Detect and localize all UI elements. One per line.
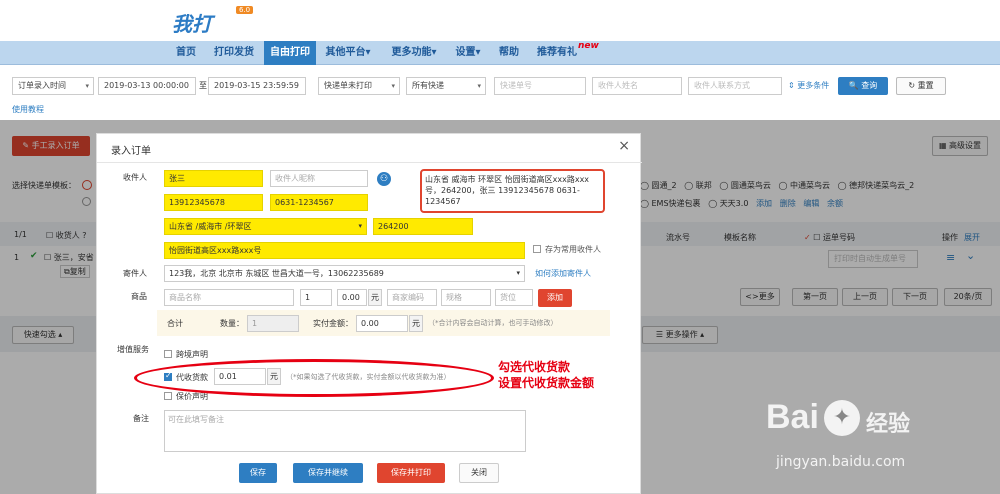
add-goods-button[interactable]: 添加 <box>538 289 572 307</box>
more-conditions-link[interactable]: ⇕ 更多条件 <box>788 80 829 91</box>
express-select[interactable]: 所有快递 ▾ <box>406 77 486 95</box>
refresh-icon: ↻ <box>908 81 916 90</box>
goods-name-field[interactable]: 商品名称 <box>164 289 294 306</box>
paid-unit: 元 <box>409 315 423 332</box>
total-label: 合计 <box>167 319 183 328</box>
sender-select[interactable]: 123我，北京 北京市 东城区 世昌大道一号，13062235689 ▾ <box>164 265 525 282</box>
zip-field[interactable]: 264200 <box>373 218 473 235</box>
nav-home[interactable]: 首页 <box>168 41 204 65</box>
total-qty-label: 数量： <box>220 319 244 328</box>
tracking-input[interactable]: 快递单号 <box>494 77 586 95</box>
nav-other-platform[interactable]: 其他平台▾ <box>320 41 376 65</box>
receiver-name-input[interactable]: 收件人姓名 <box>592 77 682 95</box>
region-select[interactable]: 山东省 /威海市 /环翠区 ▾ <box>164 218 367 235</box>
annotation-ellipse <box>134 359 494 397</box>
receiver-tel-field[interactable]: 0631-1234567 <box>270 194 368 211</box>
nav-settings[interactable]: 设置▾ <box>450 41 486 65</box>
version-badge: 6.0 <box>236 6 254 14</box>
brand-bar <box>0 0 1000 40</box>
search-button[interactable]: 🔍 查询 <box>838 77 888 95</box>
save-common-checkbox[interactable] <box>533 245 541 253</box>
spec-field[interactable]: 规格 <box>441 289 491 306</box>
search-icon: 🔍 <box>848 81 859 90</box>
receiver-phone-field[interactable]: 13912345678 <box>164 194 263 211</box>
receiver-contact-input[interactable]: 收件人联系方式 <box>688 77 782 95</box>
date-separator: 至 <box>199 81 207 90</box>
remark-label: 备注 <box>133 414 149 423</box>
paid-amount-field[interactable]: 0.00 <box>356 315 408 332</box>
entry-order-modal: 录入订单 × 收件人 张三 收件人昵称 ⚇ 13912345678 0631-1… <box>96 133 642 494</box>
paid-label: 实付金额： <box>313 319 353 328</box>
insure-checkbox[interactable] <box>164 392 172 400</box>
location-field[interactable]: 货位 <box>495 289 533 306</box>
nav-print-ship[interactable]: 打印发货 <box>208 41 260 65</box>
annotation-line2: 设置代收货款金额 <box>498 376 595 390</box>
nav-free-print[interactable]: 自由打印 <box>264 41 316 65</box>
save-print-button[interactable]: 保存并打印 <box>377 463 445 483</box>
watermark-url: jingyan.baidu.com <box>776 454 906 470</box>
receiver-nick-field[interactable]: 收件人昵称 <box>270 170 368 187</box>
close-icon[interactable]: × <box>618 138 630 154</box>
paid-note: （*合计内容会自动计算，也可手动修改） <box>428 319 558 327</box>
cross-border-label: 跨境声明 <box>176 350 208 359</box>
remark-textarea[interactable]: 可在此填写备注 <box>164 410 526 452</box>
save-common-label: 存为常用收件人 <box>545 245 601 254</box>
contact-book-icon[interactable]: ⚇ <box>377 172 391 186</box>
total-qty-field: 1 <box>247 315 299 332</box>
watermark-brand-cn: 经验 <box>866 412 911 437</box>
paw-icon: ✦ <box>824 400 860 436</box>
nav-referral[interactable]: 推荐有礼 <box>532 41 582 65</box>
watermark-brand: Bai <box>766 398 819 436</box>
tutorial-link[interactable]: 使用教程 <box>12 104 44 115</box>
start-date-input[interactable]: 2019-03-13 00:00:00 <box>98 77 196 95</box>
new-badge: new <box>578 41 599 51</box>
sender-label: 寄件人 <box>123 269 147 278</box>
address-field[interactable]: 怡园街道高区xxx路xxx号 <box>164 242 525 259</box>
end-date-input[interactable]: 2019-03-15 23:59:59 <box>208 77 306 95</box>
vas-label: 增值服务 <box>117 345 149 354</box>
title-divider <box>97 162 642 163</box>
nav-help[interactable]: 帮助 <box>494 41 524 65</box>
merchant-code-field[interactable]: 商家编码 <box>387 289 437 306</box>
save-continue-button[interactable]: 保存并继续 <box>293 463 363 483</box>
goods-price-unit: 元 <box>368 289 382 306</box>
time-type-select[interactable]: 订单录入时间 ▾ <box>12 77 94 95</box>
receiver-name-field[interactable]: 张三 <box>164 170 263 187</box>
goods-qty-field[interactable]: 1 <box>300 289 332 306</box>
close-button[interactable]: 关闭 <box>459 463 499 483</box>
goods-label: 商品 <box>131 292 147 301</box>
add-sender-link[interactable]: 如何添加寄件人 <box>535 268 591 279</box>
cross-border-checkbox[interactable] <box>164 350 172 358</box>
annotation-line1: 勾选代收货款 <box>498 360 571 374</box>
logo[interactable]: 我打 <box>172 8 212 37</box>
reset-button[interactable]: ↻ 重置 <box>896 77 946 95</box>
goods-price-field[interactable]: 0.00 <box>337 289 367 306</box>
receiver-label: 收件人 <box>123 173 147 182</box>
save-button[interactable]: 保存 <box>239 463 277 483</box>
paste-address-textarea[interactable]: 山东省 威海市 环翠区 怡园街道高区xxx路xxx号，264200，张三 139… <box>420 169 605 213</box>
print-status-select[interactable]: 快递单未打印 ▾ <box>318 77 400 95</box>
main-nav: 首页 打印发货 自由打印 其他平台▾ 更多功能▾ 设置▾ 帮助 推荐有礼 <box>0 41 1000 65</box>
nav-more-features[interactable]: 更多功能▾ <box>384 41 444 65</box>
modal-title: 录入订单 <box>111 146 151 157</box>
